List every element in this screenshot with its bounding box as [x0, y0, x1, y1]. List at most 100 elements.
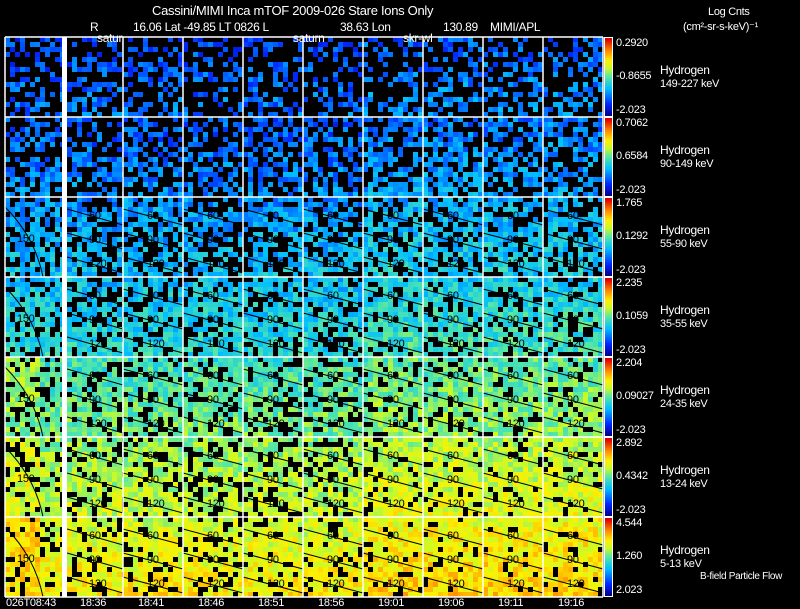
heatmap-cell: [273, 302, 278, 307]
heatmap-cell: [568, 142, 573, 147]
heatmap-cell: [523, 212, 528, 217]
heatmap-cell: [338, 252, 343, 257]
heatmap-cell: [458, 97, 463, 102]
heatmap-cell: [438, 312, 443, 317]
heatmap-cell: [278, 227, 283, 232]
heatmap-cell: [198, 262, 203, 267]
heatmap-cell: [15, 87, 20, 92]
heatmap-cell: [283, 162, 288, 167]
heatmap-cell: [50, 317, 55, 322]
heatmap-cell: [558, 222, 563, 227]
heatmap-cell: [208, 222, 213, 227]
heatmap-cell: [343, 42, 348, 47]
heatmap-cell: [133, 287, 138, 292]
heatmap-cell: [458, 252, 463, 257]
heatmap-cell: [433, 237, 438, 242]
heatmap-cell: [233, 212, 238, 217]
heatmap-cell: [50, 337, 55, 342]
heatmap-cell: [102, 327, 107, 332]
heatmap-cell: [248, 87, 253, 92]
heatmap-cell: [50, 257, 55, 262]
heatmap-cell: [77, 397, 82, 402]
heatmap-cell: [102, 407, 107, 412]
heatmap-cell: [15, 332, 20, 337]
heatmap-cell: [102, 147, 107, 152]
heatmap-cell: [548, 297, 553, 302]
heatmap-cell: [513, 247, 518, 252]
heatmap-cell: [213, 97, 218, 102]
heatmap-cell: [268, 127, 273, 132]
heatmap-cell: [40, 137, 45, 142]
heatmap-cell: [518, 127, 523, 132]
heatmap-cell: [313, 152, 318, 157]
heatmap-cell: [143, 142, 148, 147]
heatmap-cell: [563, 202, 568, 207]
heatmap-cell: [112, 157, 117, 162]
heatmap-cell: [263, 42, 268, 47]
heatmap-cell: [168, 252, 173, 257]
heatmap-cell: [503, 172, 508, 177]
heatmap-cell: [403, 237, 408, 242]
heatmap-cell: [102, 97, 107, 102]
heatmap-cell: [323, 122, 328, 127]
heatmap-cell: [158, 97, 163, 102]
heatmap-cell: [493, 252, 498, 257]
heatmap-cell: [55, 382, 60, 387]
heatmap-cell: [513, 82, 518, 87]
heatmap-cell: [153, 167, 158, 172]
heatmap-cell: [523, 307, 528, 312]
heatmap-cell: [398, 307, 403, 312]
heatmap-cell: [45, 132, 50, 137]
heatmap-cell: [82, 367, 87, 372]
heatmap-cell: [223, 72, 228, 77]
heatmap-cell: [348, 97, 353, 102]
heatmap-cell: [92, 412, 97, 417]
heatmap-cell: [163, 72, 168, 77]
heatmap-cell: [213, 202, 218, 207]
heatmap-cell: [533, 237, 538, 242]
heatmap-cell: [213, 307, 218, 312]
heatmap-cell: [288, 302, 293, 307]
heatmap-cell: [25, 257, 30, 262]
heatmap-cell: [45, 237, 50, 242]
heatmap-cell: [433, 347, 438, 352]
heatmap-cell: [338, 187, 343, 192]
heatmap-cell: [112, 337, 117, 342]
heatmap-cell: [193, 167, 198, 172]
heatmap-cell: [30, 307, 35, 312]
heatmap-cell: [498, 282, 503, 287]
heatmap-cell: [173, 72, 178, 77]
heatmap-cell: [278, 42, 283, 47]
heatmap-cell: [10, 302, 15, 307]
heatmap-cell: [193, 227, 198, 232]
heatmap-cell: [498, 167, 503, 172]
heatmap-cell: [263, 122, 268, 127]
heatmap-cell: [228, 57, 233, 62]
heatmap-cell: [107, 387, 112, 392]
heatmap-cell: [563, 332, 568, 337]
heatmap-cell: [67, 422, 72, 427]
heatmap-cell: [498, 202, 503, 207]
heatmap-cell: [553, 92, 558, 97]
heatmap-cell: [293, 132, 298, 137]
heatmap-cell: [438, 217, 443, 222]
heatmap-cell: [493, 332, 498, 337]
heatmap-cell: [383, 247, 388, 252]
heatmap-cell: [193, 142, 198, 147]
heatmap-cell: [568, 97, 573, 102]
heatmap-cell: [513, 172, 518, 177]
heatmap-cell: [77, 152, 82, 157]
heatmap-cell: [468, 252, 473, 257]
heatmap-cell: [558, 137, 563, 142]
heatmap-cell: [198, 252, 203, 257]
heatmap-cell: [153, 147, 158, 152]
heatmap-cell: [82, 97, 87, 102]
heatmap-cell: [293, 332, 298, 337]
heatmap-cell: [383, 72, 388, 77]
heatmap-cell: [578, 127, 583, 132]
heatmap-cell: [498, 232, 503, 237]
heatmap-cell: [443, 222, 448, 227]
heatmap-cell: [107, 382, 112, 387]
heatmap-cell: [408, 282, 413, 287]
heatmap-cell: [97, 307, 102, 312]
